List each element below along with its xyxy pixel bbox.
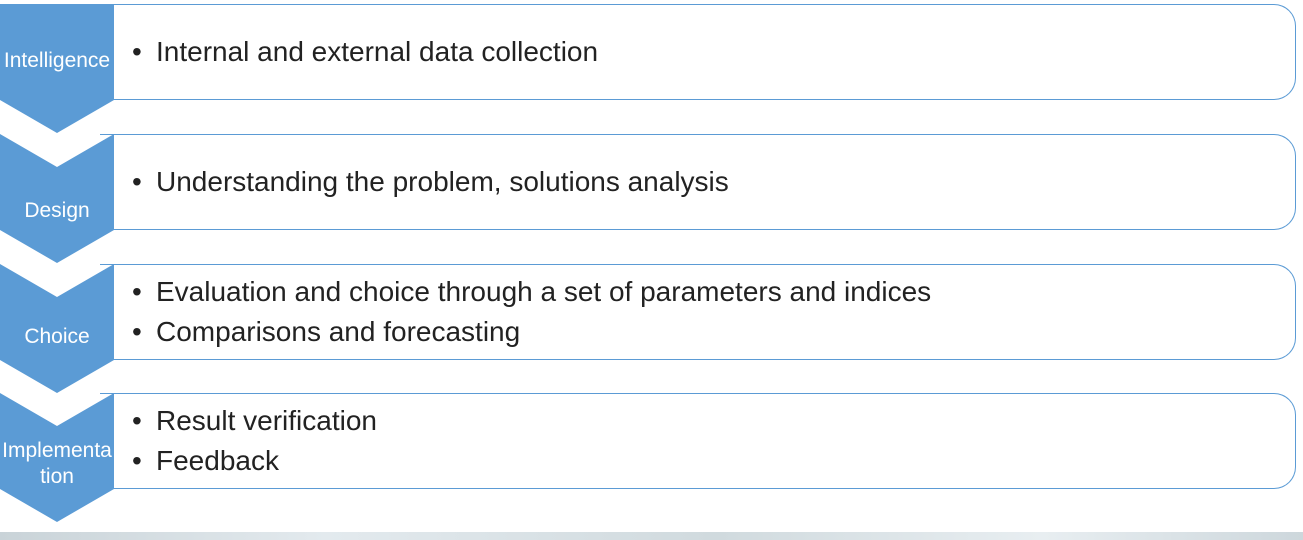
stage-design: • Understanding the problem, solutions an…: [0, 134, 1303, 263]
stage-intelligence: • Internal and external data collection I…: [0, 4, 1303, 133]
bullet-item: • Understanding the problem, solutions an…: [132, 166, 729, 197]
bullet-item: • Comparisons and forecasting: [132, 316, 521, 347]
stage-label: Design: [24, 199, 90, 222]
stage-implementation-box: • Result verification • Feedback: [100, 393, 1296, 489]
stage-choice: • Evaluation and choice through a set of …: [0, 264, 1303, 393]
bottom-decorative-strip: [0, 532, 1303, 540]
stage-label: Intelligence: [3, 49, 111, 72]
bullet-item: • Internal and external data collection: [132, 36, 599, 67]
stage-implementation: • Result verification • Feedback Implement…: [0, 393, 1303, 522]
stage-label: Implementation: [2, 439, 112, 488]
stage-design-box: • Understanding the problem, solutions an…: [100, 134, 1296, 230]
process-diagram: • Internal and external data collection I…: [0, 0, 1303, 540]
bullet-item: • Result verification: [132, 405, 377, 436]
bullet-item: • Feedback: [132, 445, 279, 476]
stage-choice-box: • Evaluation and choice through a set of …: [100, 264, 1296, 360]
bullet-item: • Evaluation and choice through a set of …: [132, 276, 932, 307]
stage-intelligence-box: • Internal and external data collection: [100, 4, 1296, 100]
stage-label: Choice: [24, 325, 90, 348]
